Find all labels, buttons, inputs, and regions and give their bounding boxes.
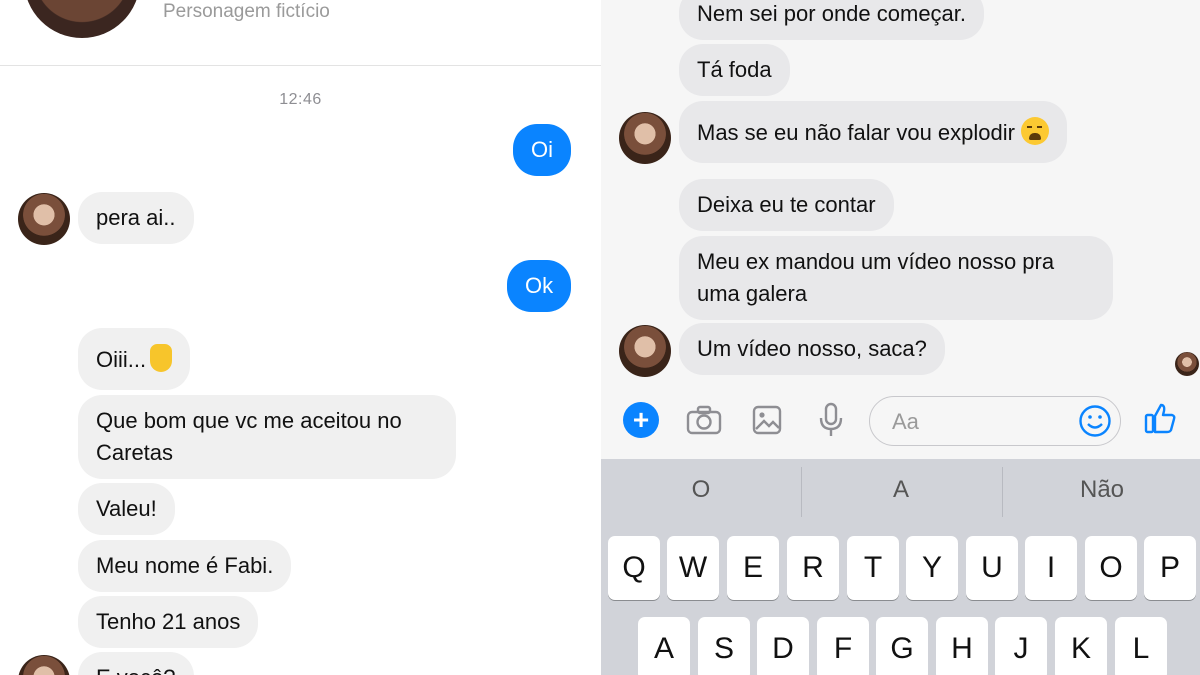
- key-p[interactable]: P: [1144, 536, 1196, 600]
- weary-face-icon: [1021, 117, 1050, 145]
- suggestion-item[interactable]: A: [801, 459, 1001, 525]
- message-text: Tá foda: [697, 57, 772, 82]
- message-bubble-outgoing[interactable]: Oi: [513, 124, 571, 176]
- keyboard-keys: Q W E R T Y U I O P A S D F G H J K L: [601, 525, 1200, 675]
- left-chat-pane: Personagem fictício 12:46 Oi pera ai.. O…: [0, 0, 601, 675]
- key-s[interactable]: S: [698, 617, 750, 675]
- key-u[interactable]: U: [966, 536, 1018, 600]
- message-text: Mas se eu não falar vou explodir: [697, 120, 1015, 145]
- key-a[interactable]: A: [638, 617, 690, 675]
- suggestion-item[interactable]: Não: [1002, 459, 1200, 525]
- suggestion-item[interactable]: O: [601, 459, 801, 525]
- key-w[interactable]: W: [667, 536, 719, 600]
- contact-avatar-small[interactable]: [619, 112, 671, 164]
- key-q[interactable]: Q: [608, 536, 660, 600]
- message-text: Meu ex mandou um vídeo nosso pra uma gal…: [697, 249, 1055, 306]
- keyboard: O A Não Q W E R T Y U I O P A S D F G H …: [601, 459, 1200, 675]
- message-composer: + Aa: [601, 384, 1200, 459]
- contact-avatar[interactable]: [24, 0, 140, 38]
- message-bubble-incoming[interactable]: Valeu!: [78, 483, 175, 535]
- key-r[interactable]: R: [787, 536, 839, 600]
- contact-subtitle: Personagem fictício: [163, 1, 330, 22]
- message-text: E você?: [96, 665, 176, 675]
- message-timestamp: 12:46: [279, 91, 322, 108]
- message-bubble-incoming[interactable]: Tá foda: [679, 44, 790, 96]
- message-bubble-incoming[interactable]: Um vídeo nosso, saca?: [679, 323, 945, 375]
- message-text: Valeu!: [96, 496, 157, 521]
- message-input[interactable]: Aa: [869, 396, 1121, 446]
- key-j[interactable]: J: [995, 617, 1047, 675]
- raised-hand-icon: [150, 344, 173, 372]
- plus-icon[interactable]: +: [623, 402, 659, 438]
- message-text: Tenho 21 anos: [96, 609, 241, 634]
- key-y[interactable]: Y: [906, 536, 958, 600]
- message-text: Que bom que vc me aceitou no Caretas: [96, 408, 402, 465]
- contact-avatar-small[interactable]: [619, 325, 671, 377]
- key-h[interactable]: H: [936, 617, 988, 675]
- header-divider: [0, 65, 601, 66]
- keyboard-suggestions: O A Não: [601, 459, 1200, 525]
- message-text: Meu nome é Fabi.: [96, 553, 274, 578]
- key-d[interactable]: D: [757, 617, 809, 675]
- message-text: Ok: [525, 273, 554, 298]
- message-text: pera ai..: [96, 205, 176, 230]
- key-l[interactable]: L: [1115, 617, 1167, 675]
- message-input-placeholder: Aa: [892, 409, 919, 434]
- message-bubble-incoming[interactable]: Meu ex mandou um vídeo nosso pra uma gal…: [679, 236, 1113, 320]
- like-icon[interactable]: [1142, 400, 1178, 436]
- right-chat-pane: Nem sei por onde começar. Tá foda Mas se…: [601, 0, 1200, 675]
- message-bubble-incoming[interactable]: E você?: [78, 652, 194, 675]
- contact-avatar-small[interactable]: [18, 655, 70, 675]
- read-receipt-avatar: [1175, 352, 1199, 376]
- message-bubble-outgoing[interactable]: Ok: [507, 260, 571, 312]
- key-g[interactable]: G: [876, 617, 928, 675]
- message-text: Deixa eu te contar: [697, 192, 876, 217]
- key-e[interactable]: E: [727, 536, 779, 600]
- emoji-icon[interactable]: [1078, 404, 1112, 438]
- camera-icon[interactable]: [686, 402, 722, 438]
- message-text: Oiii...: [96, 347, 147, 372]
- message-bubble-incoming[interactable]: Que bom que vc me aceitou no Caretas: [78, 395, 456, 479]
- message-bubble-incoming[interactable]: Oiii...: [78, 328, 191, 390]
- key-o[interactable]: O: [1085, 536, 1137, 600]
- message-bubble-incoming[interactable]: Tenho 21 anos: [78, 596, 259, 648]
- message-bubble-incoming[interactable]: Deixa eu te contar: [679, 179, 894, 231]
- key-i[interactable]: I: [1025, 536, 1077, 600]
- key-k[interactable]: K: [1055, 617, 1107, 675]
- message-text: Oi: [531, 137, 553, 162]
- message-bubble-incoming[interactable]: Mas se eu não falar vou explodir: [679, 101, 1068, 163]
- image-icon[interactable]: [749, 402, 785, 438]
- key-t[interactable]: T: [847, 536, 899, 600]
- message-text: Um vídeo nosso, saca?: [697, 336, 927, 361]
- key-f[interactable]: F: [817, 617, 869, 675]
- message-bubble-incoming[interactable]: pera ai..: [78, 192, 194, 244]
- message-bubble-incoming[interactable]: Meu nome é Fabi.: [78, 540, 292, 592]
- microphone-icon[interactable]: [813, 402, 849, 438]
- contact-avatar-small[interactable]: [18, 193, 70, 245]
- message-bubble-incoming[interactable]: Nem sei por onde começar.: [679, 0, 985, 40]
- message-text: Nem sei por onde começar.: [697, 1, 967, 26]
